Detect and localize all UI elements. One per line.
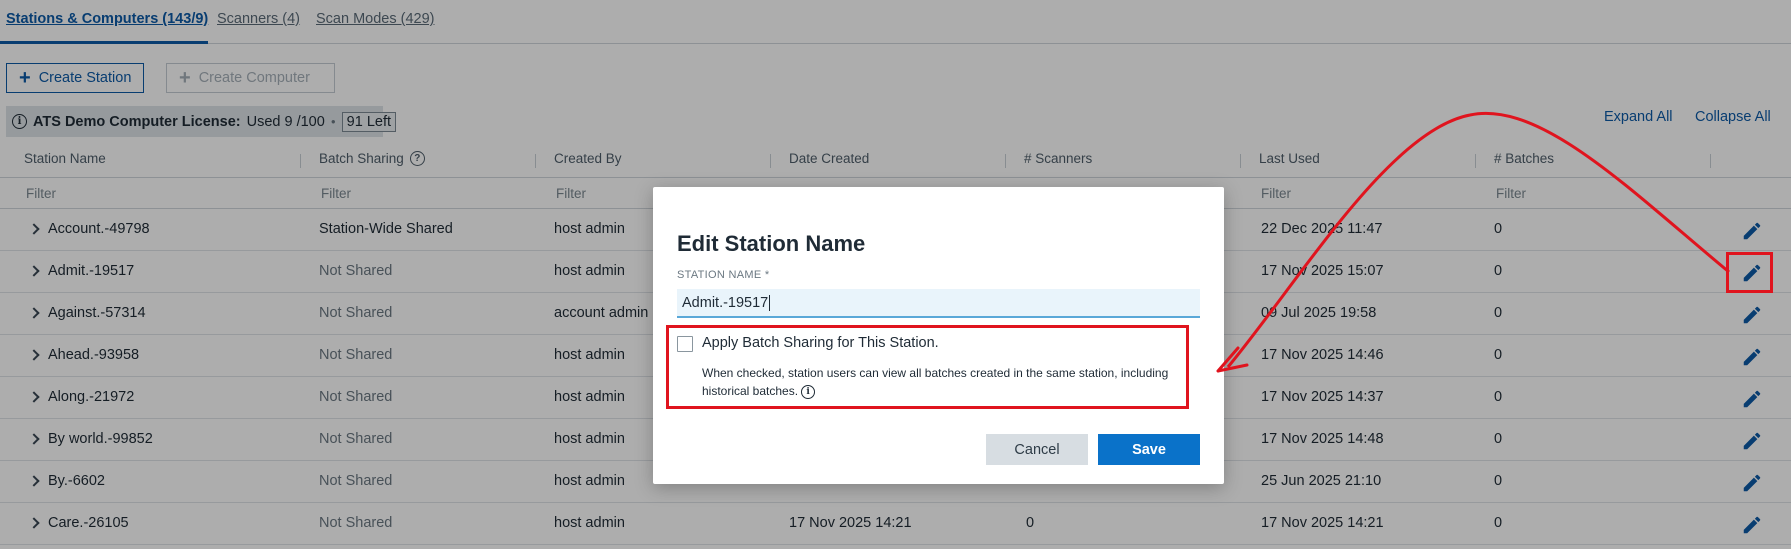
station-name-label: STATION NAME * [677,269,770,281]
station-name-value: Admit.-19517 [682,295,769,311]
text-cursor [769,295,771,311]
annotation-box-batch-sharing [666,325,1189,409]
save-button[interactable]: Save [1098,434,1200,465]
cancel-button[interactable]: Cancel [986,434,1088,465]
annotation-box-edit-icon [1726,252,1773,293]
station-name-input[interactable]: Admit.-19517 [677,289,1200,318]
dialog-title: Edit Station Name [677,231,866,256]
